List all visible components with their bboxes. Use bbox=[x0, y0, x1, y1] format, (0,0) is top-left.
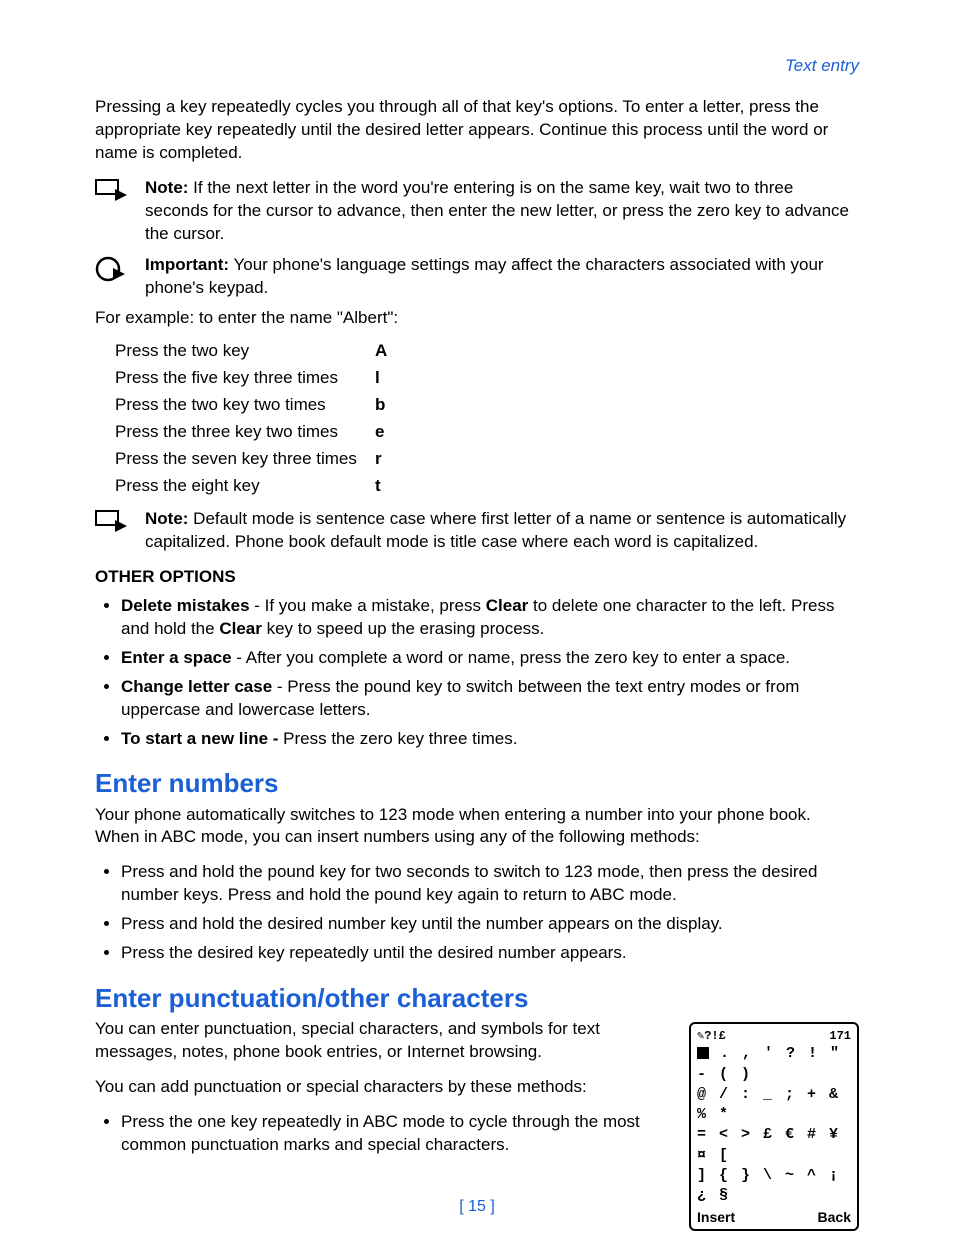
cursor-block-icon bbox=[697, 1047, 709, 1059]
option-bold: Clear bbox=[219, 619, 262, 638]
albert-desc: Press the three key two times bbox=[115, 421, 375, 444]
punct-list: Press the one key repeatedly in ABC mode… bbox=[95, 1111, 659, 1157]
phone-chars-line: . , ' ? ! " - ( ) bbox=[697, 1045, 841, 1082]
albert-desc: Press the five key three times bbox=[115, 367, 375, 390]
option-bold: Change letter case bbox=[121, 677, 272, 696]
note-icon bbox=[95, 508, 133, 532]
enter-numbers-list: Press and hold the pound key for two sec… bbox=[95, 861, 859, 965]
albert-desc: Press the eight key bbox=[115, 475, 375, 498]
option-bold: Delete mistakes bbox=[121, 596, 250, 615]
albert-desc: Press the two key two times bbox=[115, 394, 375, 417]
list-item: Delete mistakes - If you make a mistake,… bbox=[121, 595, 859, 641]
important-block: Important: Your phone's language setting… bbox=[95, 254, 859, 300]
albert-letter: t bbox=[375, 475, 381, 498]
note-label: Note: bbox=[145, 178, 188, 197]
important-icon bbox=[95, 254, 133, 282]
list-item: Press the desired key repeatedly until t… bbox=[121, 942, 859, 965]
other-options-list: Delete mistakes - If you make a mistake,… bbox=[95, 595, 859, 751]
enter-punctuation-heading: Enter punctuation/other characters bbox=[95, 981, 859, 1016]
option-text: - If you make a mistake, press bbox=[250, 596, 486, 615]
note-text: If the next letter in the word you're en… bbox=[145, 178, 849, 243]
phone-chars-line: = < > £ € # ¥ ¤ [ bbox=[697, 1125, 851, 1166]
albert-example-table: Press the two key A Press the five key t… bbox=[115, 340, 859, 498]
table-row: Press the eight key t bbox=[115, 475, 859, 498]
phone-top-right: 171 bbox=[829, 1028, 851, 1044]
page-number: [ 15 ] bbox=[0, 1196, 954, 1218]
example-intro: For example: to enter the name "Albert": bbox=[95, 307, 859, 330]
table-row: Press the five key three times l bbox=[115, 367, 859, 390]
other-options-heading: OTHER OPTIONS bbox=[95, 566, 859, 589]
important-text: Your phone's language settings may affec… bbox=[145, 255, 824, 297]
list-item: Press and hold the desired number key un… bbox=[121, 913, 859, 936]
albert-letter: b bbox=[375, 394, 385, 417]
document-page: Text entry Pressing a key repeatedly cyc… bbox=[0, 0, 954, 1248]
table-row: Press the two key A bbox=[115, 340, 859, 363]
option-bold: To start a new line - bbox=[121, 729, 278, 748]
important-label: Important: bbox=[145, 255, 229, 274]
option-text: - After you complete a word or name, pre… bbox=[232, 648, 790, 667]
albert-letter: e bbox=[375, 421, 384, 444]
enter-numbers-heading: Enter numbers bbox=[95, 766, 859, 801]
option-bold: Clear bbox=[486, 596, 529, 615]
punct-paragraph-1: You can enter punctuation, special chara… bbox=[95, 1018, 659, 1064]
albert-letter: r bbox=[375, 448, 382, 471]
albert-letter: A bbox=[375, 340, 387, 363]
enter-numbers-intro: Your phone automatically switches to 123… bbox=[95, 804, 859, 850]
intro-paragraph: Pressing a key repeatedly cycles you thr… bbox=[95, 96, 859, 165]
note-label: Note: bbox=[145, 509, 188, 528]
list-item: Press and hold the pound key for two sec… bbox=[121, 861, 859, 907]
table-row: Press the two key two times b bbox=[115, 394, 859, 417]
punct-paragraph-2: You can add punctuation or special chara… bbox=[95, 1076, 659, 1099]
list-item: To start a new line - Press the zero key… bbox=[121, 728, 859, 751]
note-icon bbox=[95, 177, 133, 201]
list-item: Change letter case - Press the pound key… bbox=[121, 676, 859, 722]
table-row: Press the three key two times e bbox=[115, 421, 859, 444]
albert-desc: Press the seven key three times bbox=[115, 448, 375, 471]
list-item: Press the one key repeatedly in ABC mode… bbox=[121, 1111, 659, 1157]
table-row: Press the seven key three times r bbox=[115, 448, 859, 471]
phone-top-left: ✎?!£ bbox=[697, 1028, 726, 1044]
note-block-1: Note: If the next letter in the word you… bbox=[95, 177, 859, 246]
phone-chars-line: @ / : _ ; + & % * bbox=[697, 1085, 851, 1126]
albert-letter: l bbox=[375, 367, 380, 390]
section-breadcrumb: Text entry bbox=[95, 55, 859, 78]
note-block-2: Note: Default mode is sentence case wher… bbox=[95, 508, 859, 554]
albert-desc: Press the two key bbox=[115, 340, 375, 363]
list-item: Enter a space - After you complete a wor… bbox=[121, 647, 859, 670]
note-text: Default mode is sentence case where firs… bbox=[145, 509, 846, 551]
option-text: Press the zero key three times. bbox=[278, 729, 517, 748]
option-text: key to speed up the erasing process. bbox=[262, 619, 545, 638]
option-bold: Enter a space bbox=[121, 648, 232, 667]
